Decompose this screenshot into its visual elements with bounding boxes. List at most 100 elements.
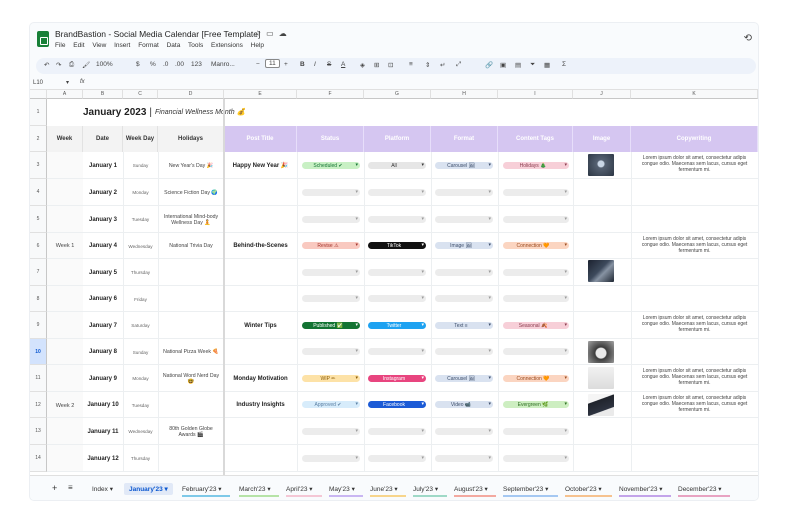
italic-icon[interactable]: I: [314, 61, 316, 68]
format-dropdown[interactable]: Text ≡: [435, 322, 493, 329]
weekday-cell[interactable]: Wednesday: [123, 233, 158, 259]
row-header[interactable]: 2: [30, 126, 47, 152]
content-tag-dropdown-empty[interactable]: [503, 269, 569, 276]
weekday-cell[interactable]: Tuesday: [123, 206, 158, 233]
add-sheet-icon[interactable]: +: [52, 481, 57, 495]
insert-link-icon[interactable]: 🔗: [485, 61, 493, 69]
number-format-button[interactable]: 123: [191, 61, 202, 68]
holiday-cell[interactable]: New Year's Day 🎉: [160, 152, 222, 179]
col-header-c[interactable]: C: [123, 90, 158, 99]
menu-tools[interactable]: Tools: [188, 42, 203, 49]
format-dropdown-empty[interactable]: [435, 455, 493, 462]
sheet-tab[interactable]: October'23 ▾: [565, 483, 602, 495]
col-header-f[interactable]: F: [297, 90, 364, 99]
weekday-cell[interactable]: Friday: [123, 286, 158, 312]
col-header-g[interactable]: G: [364, 90, 431, 99]
cloud-status-icon[interactable]: ☁: [279, 29, 292, 38]
image-thumbnail[interactable]: [588, 260, 614, 282]
date-cell[interactable]: January 7: [83, 312, 123, 339]
image-thumbnail[interactable]: [588, 341, 614, 363]
holiday-cell[interactable]: [160, 312, 222, 339]
status-dropdown-empty[interactable]: [302, 428, 360, 435]
format-dropdown-empty[interactable]: [435, 189, 493, 196]
weekday-cell[interactable]: Tuesday: [123, 392, 158, 418]
redo-icon[interactable]: ↷: [56, 61, 61, 69]
date-cell[interactable]: January 11: [83, 418, 123, 445]
post-title-cell[interactable]: Industry Insights: [224, 392, 297, 418]
menu-edit[interactable]: Edit: [73, 42, 84, 49]
holiday-cell[interactable]: [160, 392, 222, 418]
col-header-d[interactable]: D: [158, 90, 224, 99]
post-title-cell[interactable]: [224, 259, 297, 286]
col-header-h[interactable]: H: [431, 90, 498, 99]
weekday-cell[interactable]: Sunday: [123, 339, 158, 365]
sheet-tab[interactable]: June'23 ▾: [370, 483, 398, 495]
name-box-dropdown-icon[interactable]: ▾: [66, 79, 69, 86]
status-dropdown[interactable]: WIP ✏: [302, 375, 360, 382]
date-cell[interactable]: January 5: [83, 259, 123, 286]
frozen-column-divider[interactable]: [223, 99, 225, 475]
font-size-decrease-icon[interactable]: −: [256, 61, 260, 68]
status-dropdown-empty[interactable]: [302, 348, 360, 355]
strikethrough-icon[interactable]: S: [327, 61, 331, 68]
format-dropdown[interactable]: Carousel 🖼: [435, 162, 493, 169]
vertical-align-icon[interactable]: ⇕: [425, 61, 430, 69]
increase-decimal-button[interactable]: .00: [175, 61, 184, 68]
text-color-icon[interactable]: A: [341, 61, 345, 68]
menu-data[interactable]: Data: [167, 42, 181, 49]
row-header[interactable]: 9: [30, 312, 47, 339]
header-format[interactable]: Format: [431, 126, 498, 152]
row-header[interactable]: 8: [30, 286, 47, 312]
sheet-grid[interactable]: A B C D E F G H I J K 1 2 3 4 5 6 7 8 9 …: [30, 90, 758, 475]
holiday-cell[interactable]: National Pizza Week 🍕: [160, 339, 222, 365]
platform-dropdown[interactable]: Instagram: [368, 375, 426, 382]
date-cell[interactable]: January 10: [83, 392, 123, 418]
holiday-cell[interactable]: [160, 445, 222, 472]
header-holidays[interactable]: Holidays: [158, 126, 224, 152]
post-title-cell[interactable]: [224, 418, 297, 445]
platform-dropdown-empty[interactable]: [368, 428, 426, 435]
filter-icon[interactable]: ⏷: [530, 61, 535, 69]
sheet-tab[interactable]: March'23 ▾: [239, 483, 271, 495]
format-dropdown-empty[interactable]: [435, 428, 493, 435]
weekday-cell[interactable]: Monday: [123, 365, 158, 392]
all-sheets-icon[interactable]: ≡: [68, 481, 73, 494]
insert-chart-icon[interactable]: ▤: [515, 61, 521, 69]
sheet-tab[interactable]: May'23 ▾: [329, 483, 355, 495]
decrease-decimal-button[interactable]: .0: [163, 61, 168, 68]
header-weekday[interactable]: Week Day: [123, 126, 158, 152]
header-date[interactable]: Date: [83, 126, 123, 152]
sheets-logo-icon[interactable]: [37, 31, 49, 47]
row-header-selected[interactable]: 10: [30, 339, 47, 365]
content-tag-dropdown[interactable]: Seasonal 🍂: [503, 322, 569, 329]
undo-icon[interactable]: ↶: [44, 61, 49, 69]
borders-icon[interactable]: ⊞: [374, 61, 379, 69]
month-banner[interactable]: January 2023 | Financial Wellness Month …: [83, 99, 758, 125]
format-dropdown[interactable]: Image 🖼: [435, 242, 493, 249]
content-tag-dropdown-empty[interactable]: [503, 428, 569, 435]
header-status[interactable]: Status: [297, 126, 364, 152]
post-title-cell[interactable]: Winter Tips: [224, 312, 297, 339]
holiday-cell[interactable]: [160, 259, 222, 286]
date-cell[interactable]: January 4: [83, 233, 123, 259]
fill-color-icon[interactable]: ◈: [360, 61, 365, 69]
font-size-increase-icon[interactable]: +: [284, 61, 288, 68]
menu-insert[interactable]: Insert: [114, 42, 130, 49]
weekday-cell[interactable]: Thursday: [123, 259, 158, 286]
format-dropdown-empty[interactable]: [435, 295, 493, 302]
status-dropdown[interactable]: Published ✅: [302, 322, 360, 329]
font-select[interactable]: Manro...: [211, 61, 235, 68]
date-cell[interactable]: January 1: [83, 152, 123, 179]
date-cell[interactable]: January 12: [83, 445, 123, 472]
row-header[interactable]: 4: [30, 179, 47, 206]
header-week[interactable]: Week: [47, 126, 83, 152]
post-title-cell[interactable]: Happy New Year 🎉: [224, 152, 297, 179]
post-title-cell[interactable]: [224, 286, 297, 312]
platform-dropdown[interactable]: TikTok: [368, 242, 426, 249]
sheet-tab[interactable]: December'23 ▾: [678, 483, 722, 495]
bold-icon[interactable]: B: [300, 61, 305, 68]
platform-dropdown[interactable]: All: [368, 162, 426, 169]
date-cell[interactable]: January 6: [83, 286, 123, 312]
horizontal-align-icon[interactable]: ≡: [409, 61, 413, 68]
image-thumbnail[interactable]: [588, 154, 614, 176]
